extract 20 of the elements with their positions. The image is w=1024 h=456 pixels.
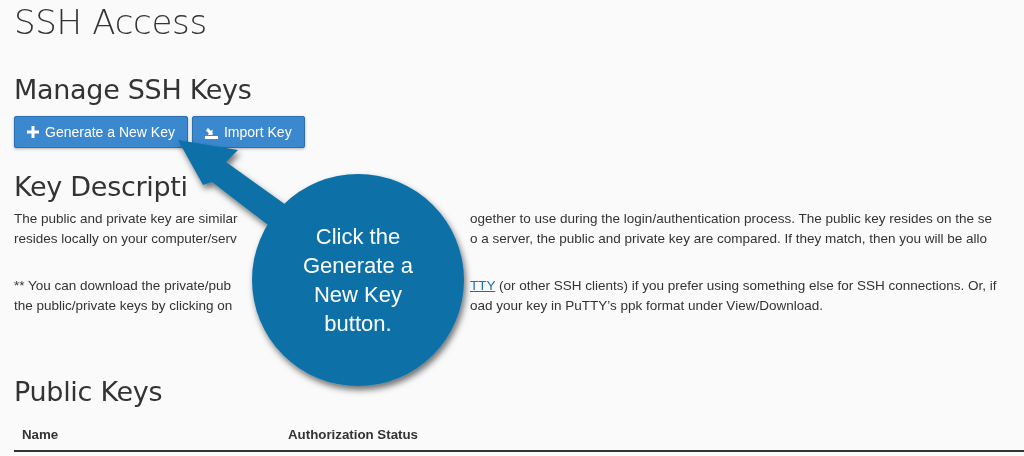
paragraph-text: oad your key in PuTTY’s ppk format under View/Download. xyxy=(470,297,823,315)
paragraph-text: ogether to use during the login/authentication process. The public key resides on the se xyxy=(470,210,993,228)
paragraph-text: The public and private key are similar xyxy=(14,210,238,228)
paragraph-text: resides locally on your computer/serv xyxy=(14,230,237,248)
paragraph-text: ** You can download the private/pub xyxy=(14,277,231,295)
section-title: Key Descripti xyxy=(14,170,188,204)
column-header[interactable]: Name xyxy=(22,427,288,443)
import-key-button[interactable]: Import Key xyxy=(191,116,305,148)
import-icon xyxy=(204,125,218,139)
putty-link[interactable]: TTY xyxy=(470,278,496,293)
plus-icon xyxy=(27,126,39,138)
section-title: Manage SSH Keys xyxy=(14,73,252,107)
section-title: Public Keys xyxy=(14,375,163,409)
page-title: SSH Access xyxy=(14,1,207,44)
callout-text: Click the Generate a New Key button. xyxy=(301,223,415,338)
paragraph-text: the public/private keys by clicking on xyxy=(14,297,233,315)
paragraph-text: o a server, the public and private key are compared. If they match, then you will be allo xyxy=(470,230,988,248)
generate-key-button[interactable]: Generate a New Key xyxy=(14,116,188,148)
column-header[interactable]: Authorization Status xyxy=(288,427,1016,443)
paragraph-text: TTY (or other SSH clients) if you prefer using something else for SSH connections. Or, if xyxy=(470,277,997,295)
